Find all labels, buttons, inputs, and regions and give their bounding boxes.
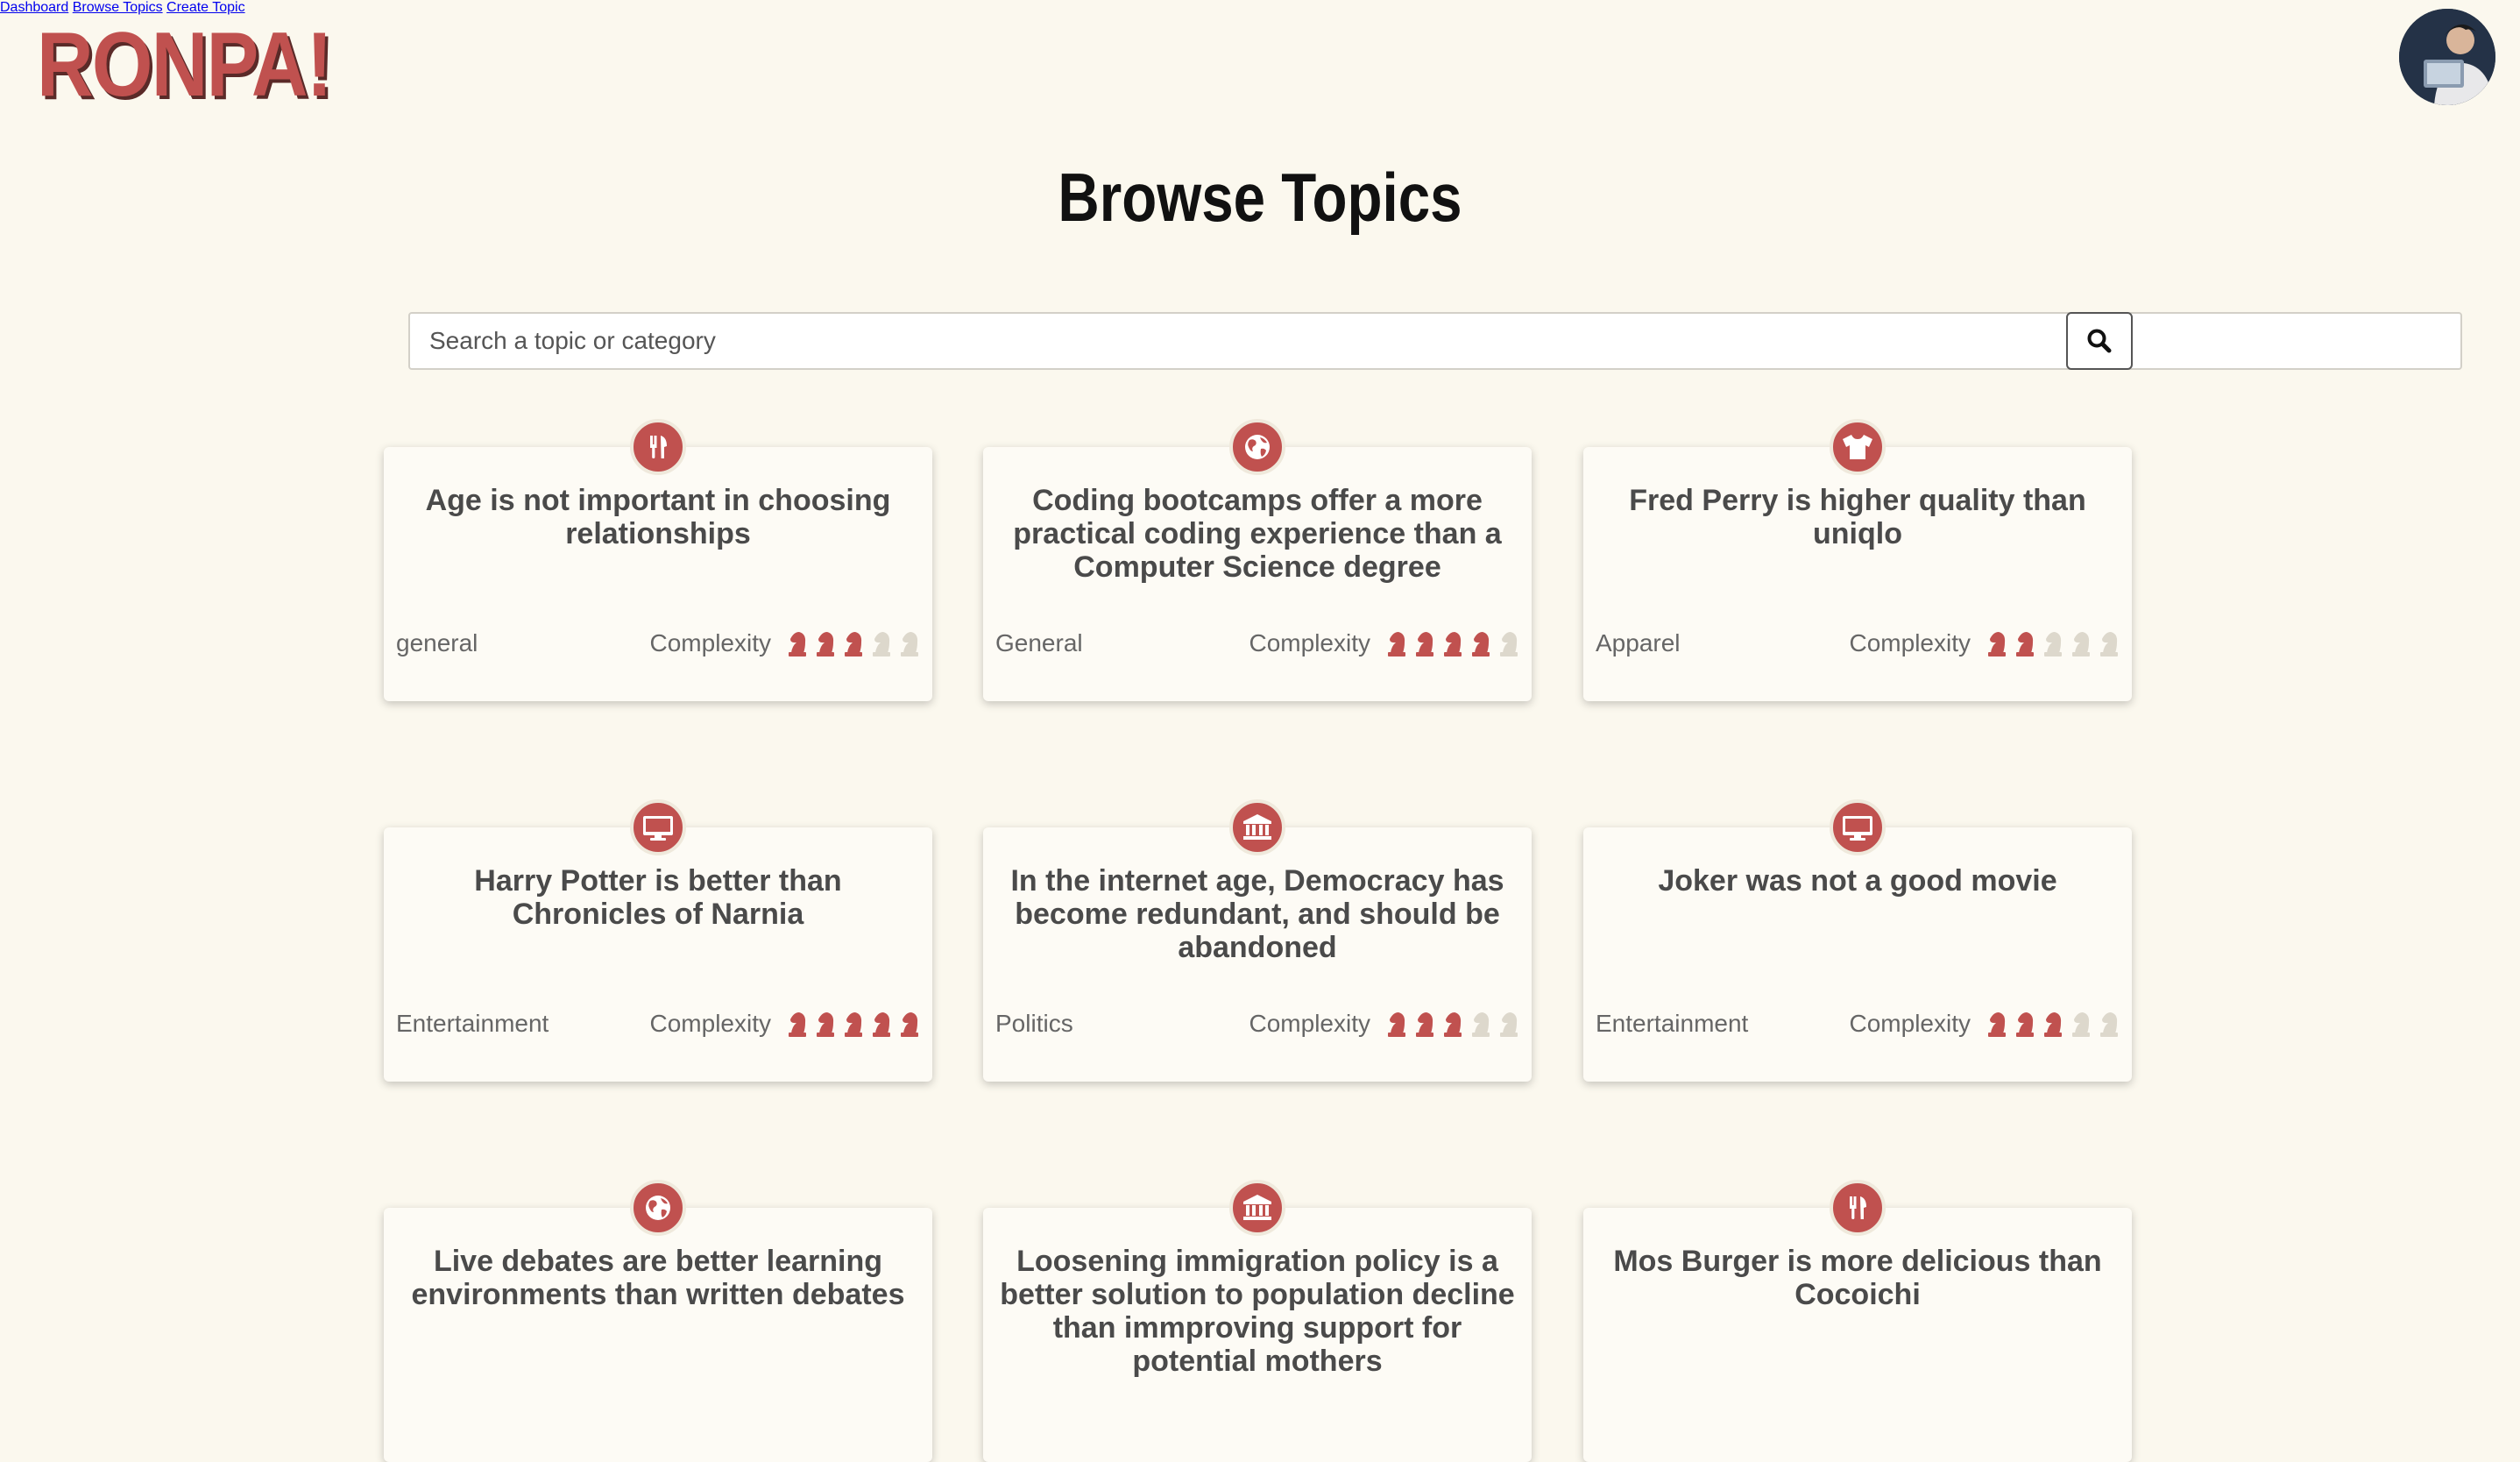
complexity-piece-icon <box>815 1011 836 1037</box>
ronpa-logo[interactable]: RONPA! <box>37 19 333 110</box>
complexity-piece-icon <box>2042 630 2063 656</box>
topic-card[interactable]: In the internet age, Democracy has becom… <box>983 799 1532 1082</box>
complexity-piece-icon <box>1442 1011 1463 1037</box>
topic-category: Entertainment <box>1596 1010 1749 1037</box>
search-input[interactable] <box>408 312 2462 370</box>
globe-icon <box>630 1180 686 1236</box>
government-icon <box>1229 799 1285 855</box>
topic-title: Loosening immigration policy is a better… <box>1000 1245 1515 1378</box>
complexity-piece-icon <box>843 630 864 656</box>
complexity-piece-icon <box>871 1011 892 1037</box>
complexity-piece-icon <box>1442 630 1463 656</box>
complexity-piece-icon <box>787 630 808 656</box>
complexity-piece-icon <box>1470 630 1491 656</box>
complexity-piece-icon <box>815 630 836 656</box>
monitor-icon <box>1830 799 1886 855</box>
complexity-piece-icon <box>2014 1011 2035 1037</box>
topic-title: Joker was not a good movie <box>1658 864 2057 898</box>
topic-title: Live debates are better learning environ… <box>411 1245 905 1311</box>
complexity-rating: Complexity <box>1249 629 1519 657</box>
complexity-rating: Complexity <box>650 1010 920 1038</box>
complexity-label: Complexity <box>1249 1010 1370 1037</box>
complexity-piece-icon <box>871 630 892 656</box>
utensils-icon <box>630 419 686 475</box>
topic-card[interactable]: Age is not important in choosing relatio… <box>384 419 932 701</box>
user-avatar[interactable] <box>2399 9 2495 105</box>
topic-category: Politics <box>995 1010 1073 1037</box>
topic-title: In the internet age, Democracy has becom… <box>1010 864 1504 964</box>
search-button[interactable] <box>2066 312 2133 370</box>
topic-card[interactable]: Fred Perry is higher quality than uniqlo… <box>1583 419 2132 701</box>
top-nav: Dashboard Browse Topics Create Topic <box>0 0 2520 16</box>
topic-category: General <box>995 629 1083 656</box>
complexity-rating: Complexity <box>1249 1010 1519 1038</box>
nav-create-topic[interactable]: Create Topic <box>166 0 245 15</box>
globe-icon <box>1229 419 1285 475</box>
nav-dashboard[interactable]: Dashboard <box>0 0 68 15</box>
complexity-piece-icon <box>1470 1011 1491 1037</box>
complexity-piece-icon <box>2071 630 2092 656</box>
topic-category: Apparel <box>1596 629 1681 656</box>
complexity-piece-icon <box>2042 1011 2063 1037</box>
complexity-piece-icon <box>1986 1011 2007 1037</box>
complexity-rating: Complexity <box>1850 1010 2120 1038</box>
complexity-piece-icon <box>1386 1011 1407 1037</box>
topic-title: Mos Burger is more delicious than Cocoic… <box>1613 1245 2102 1311</box>
tshirt-icon <box>1830 419 1886 475</box>
complexity-piece-icon <box>1498 1011 1519 1037</box>
topic-card[interactable]: Loosening immigration policy is a better… <box>983 1180 1532 1462</box>
page-title: Browse Topics <box>1058 159 1462 236</box>
topic-card[interactable]: Harry Potter is better than Chronicles o… <box>384 799 932 1082</box>
government-icon <box>1229 1180 1285 1236</box>
complexity-label: Complexity <box>1249 629 1370 656</box>
complexity-piece-icon <box>787 1011 808 1037</box>
complexity-label: Complexity <box>1849 1010 1971 1037</box>
topic-card[interactable]: Mos Burger is more delicious than Cocoic… <box>1583 1180 2132 1462</box>
complexity-piece-icon <box>2071 1011 2092 1037</box>
complexity-label: Complexity <box>1849 629 1971 656</box>
nav-browse-topics[interactable]: Browse Topics <box>73 0 163 15</box>
complexity-piece-icon <box>2014 630 2035 656</box>
monitor-icon <box>630 799 686 855</box>
complexity-piece-icon <box>899 1011 920 1037</box>
complexity-piece-icon <box>899 630 920 656</box>
topic-title: Harry Potter is better than Chronicles o… <box>474 864 842 931</box>
topic-title: Age is not important in choosing relatio… <box>425 484 891 550</box>
topic-card[interactable]: Joker was not a good movie Entertainment C… <box>1583 799 2132 1082</box>
topic-category: Entertainment <box>396 1010 549 1037</box>
topic-category: general <box>396 629 478 656</box>
complexity-piece-icon <box>1986 630 2007 656</box>
complexity-label: Complexity <box>649 1010 771 1037</box>
complexity-piece-icon <box>2099 1011 2120 1037</box>
search-icon <box>2087 329 2112 353</box>
complexity-piece-icon <box>1414 1011 1435 1037</box>
complexity-label: Complexity <box>649 629 771 656</box>
complexity-piece-icon <box>1498 630 1519 656</box>
topic-title: Fred Perry is higher quality than uniqlo <box>1629 484 2086 550</box>
complexity-piece-icon <box>1414 630 1435 656</box>
complexity-piece-icon <box>2099 630 2120 656</box>
topic-title: Coding bootcamps offer a more practical … <box>1013 484 1502 584</box>
complexity-rating: Complexity <box>1850 629 2120 657</box>
complexity-piece-icon <box>1386 630 1407 656</box>
topic-card[interactable]: Live debates are better learning environ… <box>384 1180 932 1462</box>
complexity-rating: Complexity <box>650 629 920 657</box>
topic-card[interactable]: Coding bootcamps offer a more practical … <box>983 419 1532 701</box>
utensils-icon <box>1830 1180 1886 1236</box>
complexity-piece-icon <box>843 1011 864 1037</box>
